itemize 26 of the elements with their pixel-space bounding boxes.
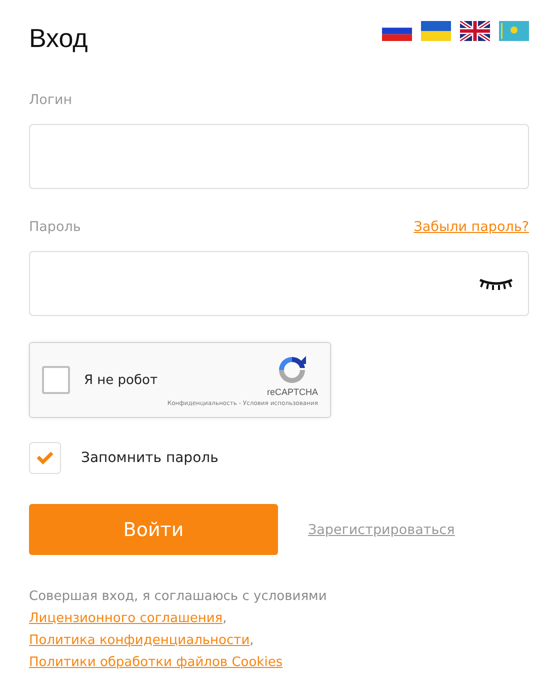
recaptcha-brand: reCAPTCHA xyxy=(266,386,318,396)
field-label: Логин xyxy=(29,92,72,108)
captcha-label: Я не робот xyxy=(84,372,159,388)
agreement-link[interactable]: Политики обработки файлов Cookies xyxy=(29,655,283,670)
recaptcha-logo-icon xyxy=(276,354,308,386)
kazakhstan-flag-icon[interactable] xyxy=(499,21,529,41)
input-field[interactable] xyxy=(29,124,529,189)
uk-flag-icon[interactable] xyxy=(460,21,490,41)
agreement-link[interactable]: Политика конфиденциальности xyxy=(29,633,250,648)
ukraine-flag-icon[interactable] xyxy=(421,21,451,41)
password-field[interactable] xyxy=(29,251,529,316)
check-icon xyxy=(36,451,54,465)
remember-checkbox[interactable] xyxy=(29,442,61,474)
forgot-password-link[interactable]: Забыли пароль? xyxy=(414,219,529,235)
closed-eye-icon[interactable] xyxy=(478,276,514,290)
russia-flag-icon[interactable] xyxy=(382,21,412,41)
page-title: Вход xyxy=(29,22,88,54)
login-button[interactable]: Войти xyxy=(29,504,278,555)
agreement-text: Совершая вход, я соглашаюсь с условиями xyxy=(29,588,327,606)
agreement-link[interactable]: Лицензионного соглашения xyxy=(29,611,223,626)
checkbox-label: Запомнить пароль xyxy=(81,450,218,466)
register-link[interactable]: Зарегистрироваться xyxy=(308,522,455,538)
comma-text: , xyxy=(250,633,254,648)
field-label: Пароль xyxy=(29,219,81,235)
captcha-checkbox[interactable] xyxy=(42,366,70,394)
comma-text: , xyxy=(222,611,227,626)
